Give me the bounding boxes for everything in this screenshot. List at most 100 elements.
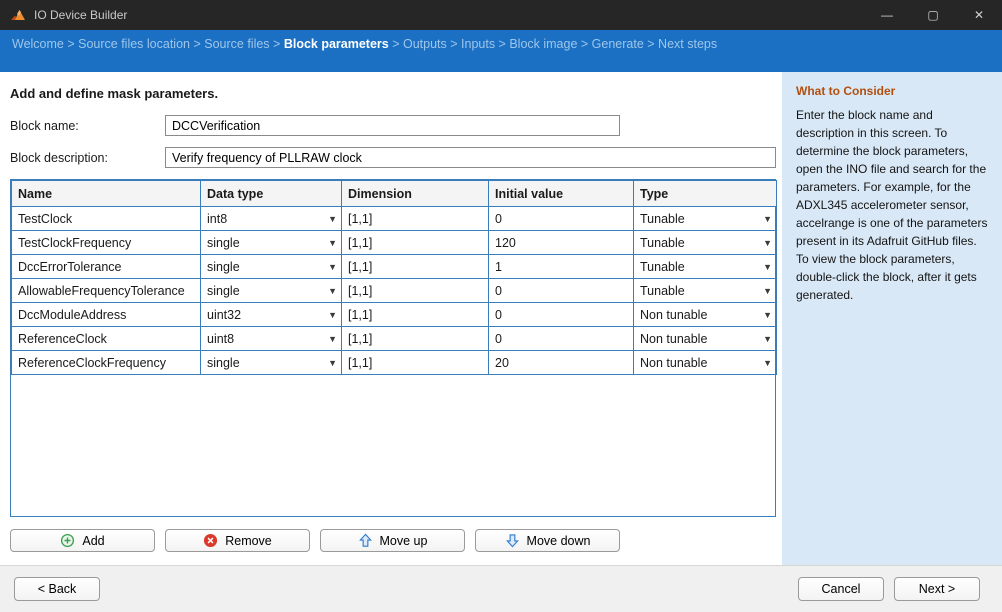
cell-initial-value[interactable]: 120: [489, 231, 634, 255]
cell-name[interactable]: AllowableFrequencyTolerance: [12, 279, 201, 303]
cell-type-dropdown[interactable]: Tunable ▼: [634, 279, 777, 303]
cell-type-dropdown-value: Non tunable: [640, 332, 707, 346]
breadcrumb-item-source-files[interactable]: Source files: [204, 37, 269, 51]
cell-name[interactable]: TestClockFrequency: [12, 231, 201, 255]
cell-dimension[interactable]: [1,1]: [342, 207, 489, 231]
move-up-button-label: Move up: [380, 534, 428, 548]
cell-data-type-dropdown[interactable]: single▼: [201, 351, 342, 375]
breadcrumb-item-welcome[interactable]: Welcome: [12, 37, 64, 51]
cell-type-dropdown-value: Tunable: [640, 284, 685, 298]
table-body: TestClockint8▼[1,1]0Tunable▼TestClockFre…: [12, 207, 777, 375]
cell-data-type-dropdown-value: uint8: [207, 332, 234, 346]
table-row: DccModuleAddressuint32▼[1,1]0Non tunable…: [12, 303, 777, 327]
cancel-button[interactable]: Cancel: [798, 577, 884, 601]
move-down-button-label: Move down: [527, 534, 591, 548]
chevron-down-icon: ▼: [763, 310, 772, 320]
cell-type-dropdown[interactable]: Non tunable ▼: [634, 303, 777, 327]
add-icon: [60, 533, 75, 548]
cell-name[interactable]: ReferenceClockFrequency: [12, 351, 201, 375]
cell-dimension[interactable]: [1,1]: [342, 327, 489, 351]
matlab-app-icon: [10, 7, 26, 23]
cell-type-dropdown-value: Tunable: [640, 260, 685, 274]
chevron-down-icon: ▼: [328, 214, 337, 224]
block-description-field[interactable]: [165, 147, 776, 168]
cell-data-type-dropdown-value: int8: [207, 212, 227, 226]
remove-button-label: Remove: [225, 534, 272, 548]
cell-type-dropdown[interactable]: Non tunable▼: [634, 327, 777, 351]
table-row: ReferenceClockFrequencysingle▼[1,1]20Non…: [12, 351, 777, 375]
breadcrumb-item-inputs[interactable]: Inputs: [461, 37, 495, 51]
back-button[interactable]: < Back: [14, 577, 100, 601]
cell-data-type-dropdown[interactable]: uint32▼: [201, 303, 342, 327]
cell-dimension[interactable]: [1,1]: [342, 351, 489, 375]
titlebar: IO Device Builder — ▢ ✕: [0, 0, 1002, 30]
cell-data-type-dropdown[interactable]: int8 ▼: [201, 207, 342, 231]
cell-name[interactable]: DccErrorTolerance: [12, 255, 201, 279]
move-down-button[interactable]: Move down: [475, 529, 620, 552]
maximize-icon[interactable]: ▢: [910, 0, 956, 30]
cell-dimension[interactable]: [1,1]: [342, 255, 489, 279]
move-up-button[interactable]: Move up: [320, 529, 465, 552]
breadcrumb-item-block-image[interactable]: Block image: [509, 37, 577, 51]
cell-type-dropdown[interactable]: Tunable▼: [634, 231, 777, 255]
cell-name[interactable]: TestClock: [12, 207, 201, 231]
close-icon[interactable]: ✕: [956, 0, 1002, 30]
cell-initial-value[interactable]: 0: [489, 327, 634, 351]
chevron-down-icon: ▼: [763, 358, 772, 368]
table-actions: Add Remove Move up Move down: [10, 529, 776, 552]
cell-name[interactable]: DccModuleAddress: [12, 303, 201, 327]
breadcrumb-item-generate[interactable]: Generate: [592, 37, 644, 51]
cell-type-dropdown[interactable]: Tunable ▼: [634, 207, 777, 231]
remove-icon: [203, 533, 218, 548]
cell-initial-value[interactable]: 0: [489, 207, 634, 231]
cell-initial-value[interactable]: 20: [489, 351, 634, 375]
cell-dimension[interactable]: [1,1]: [342, 279, 489, 303]
cell-initial-value[interactable]: 0: [489, 303, 634, 327]
next-button[interactable]: Next >: [894, 577, 980, 601]
main-panel: Add and define mask parameters. Block na…: [0, 72, 782, 565]
add-button-label: Add: [82, 534, 104, 548]
chevron-down-icon: ▼: [763, 238, 772, 248]
breadcrumb-item-block-parameters[interactable]: Block parameters: [284, 37, 389, 51]
arrow-up-icon: [358, 533, 373, 548]
breadcrumb-item-source-files-location[interactable]: Source files location: [78, 37, 190, 51]
cell-initial-value[interactable]: 0: [489, 279, 634, 303]
chevron-down-icon: ▼: [328, 286, 337, 296]
cell-data-type-dropdown-value: single: [207, 260, 240, 274]
minimize-icon[interactable]: —: [864, 0, 910, 30]
chevron-down-icon: ▼: [763, 286, 772, 296]
breadcrumb-separator: >: [447, 37, 461, 51]
cell-data-type-dropdown[interactable]: single▼: [201, 279, 342, 303]
cell-data-type-dropdown[interactable]: single ▼: [201, 231, 342, 255]
table-row: AllowableFrequencyTolerancesingle▼[1,1]0…: [12, 279, 777, 303]
breadcrumb-item-next-steps[interactable]: Next steps: [658, 37, 717, 51]
cell-dimension[interactable]: [1,1]: [342, 231, 489, 255]
cell-dimension[interactable]: [1,1]: [342, 303, 489, 327]
table-row: TestClockFrequency single ▼ [1,1]120Tunable…: [12, 231, 777, 255]
arrow-down-icon: [505, 533, 520, 548]
chevron-down-icon: ▼: [328, 238, 337, 248]
cell-data-type-dropdown[interactable]: single▼: [201, 255, 342, 279]
cell-initial-value[interactable]: 1: [489, 255, 634, 279]
cell-type-dropdown-value: Tunable: [640, 212, 685, 226]
chevron-down-icon: ▼: [328, 334, 337, 344]
remove-button[interactable]: Remove: [165, 529, 310, 552]
cell-data-type-dropdown[interactable]: uint8 ▼: [201, 327, 342, 351]
block-name-label: Block name:: [10, 119, 165, 133]
block-description-label: Block description:: [10, 151, 165, 165]
cell-type-dropdown[interactable]: Non tunable▼: [634, 351, 777, 375]
breadcrumb-separator: >: [190, 37, 204, 51]
content-area: Add and define mask parameters. Block na…: [0, 72, 1002, 565]
help-panel-heading: What to Consider: [796, 84, 988, 98]
breadcrumb-separator: >: [64, 37, 78, 51]
breadcrumb-item-outputs[interactable]: Outputs: [403, 37, 447, 51]
cell-type-dropdown-value: Non tunable: [640, 308, 707, 322]
chevron-down-icon: ▼: [763, 214, 772, 224]
cell-name[interactable]: ReferenceClock: [12, 327, 201, 351]
table-row: DccErrorTolerancesingle▼[1,1]1Tunable▼: [12, 255, 777, 279]
add-button[interactable]: Add: [10, 529, 155, 552]
cell-type-dropdown[interactable]: Tunable▼: [634, 255, 777, 279]
breadcrumb-separator: >: [495, 37, 509, 51]
cell-data-type-dropdown-value: single: [207, 236, 240, 250]
block-name-field[interactable]: [165, 115, 620, 136]
